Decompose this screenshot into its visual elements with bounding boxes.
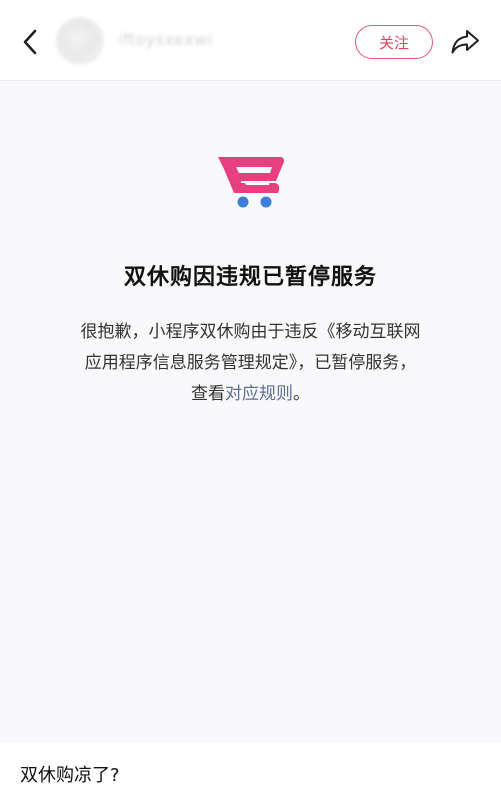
post-title-bar: 双休购凉了? [0,743,501,800]
back-button[interactable] [14,26,46,58]
notice-body-text: 查看 [191,384,225,404]
avatar[interactable] [56,17,104,65]
header-bar: iftoysxexwi 关注 [0,0,501,81]
notice-body-line: 应用程序信息服务管理规定》，已暂停服务， [84,353,417,373]
notice-body-line: 查看对应规则。 [40,379,461,410]
notice-body: 很抱歉，小程序双休购由于违反《移动互联网 应用程序信息服务管理规定》，已暂停服务… [40,317,461,410]
shopping-cart-icon [218,157,284,208]
username[interactable]: iftoysxexwi [118,30,213,49]
notice-title: 双休购因违规已暂停服务 [123,265,377,290]
page: iftoysxexwi 关注 双休购因违规已暂停服务 很抱歉，小程序双休购由于违… [0,0,501,800]
share-button[interactable] [448,26,482,58]
back-arrow-icon [23,29,37,55]
suspension-notice: 双休购因违规已暂停服务 很抱歉，小程序双休购由于违反《移动互联网 应用程序信息服… [0,81,501,743]
notice-body-line: 很抱歉，小程序双休购由于违反《移动互联网 [80,322,421,342]
notice-body-text: 。 [293,384,310,404]
follow-button[interactable]: 关注 [355,25,433,59]
rules-link[interactable]: 对应规则 [225,384,293,404]
share-icon [451,30,479,54]
post-title: 双休购凉了? [20,765,120,786]
